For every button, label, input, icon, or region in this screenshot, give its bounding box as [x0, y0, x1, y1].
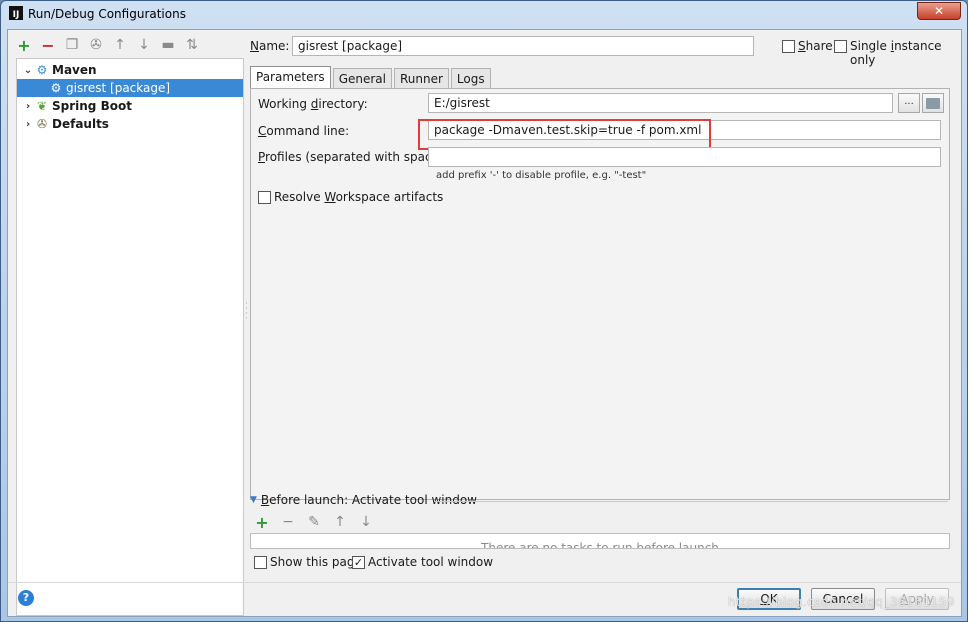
move-down-icon[interactable]: ↓	[136, 37, 152, 53]
profiles-hint: add prefix '-' to disable profile, e.g. …	[436, 170, 647, 181]
tree-node-label: gisrest [package]	[66, 81, 171, 95]
window-title: Run/Debug Configurations	[28, 7, 186, 21]
before-launch-tasks-list[interactable]: There are no tasks to run before launch	[250, 533, 950, 549]
section-divider	[434, 501, 948, 502]
folder-icon[interactable]: ▬	[160, 37, 176, 53]
working-directory-label: Working directory:	[258, 97, 368, 111]
before-launch-title: Before launch: Activate tool window	[260, 493, 477, 507]
name-label: Name:	[250, 39, 290, 53]
move-up-icon[interactable]: ↑	[112, 37, 128, 53]
splitter-handle[interactable]: · · · ·	[245, 300, 248, 324]
edit-task-icon[interactable]: ✎	[306, 514, 322, 530]
dialog-content: + − ❐ ✇ ↑ ↓ ▬ ⇅ ⌄ ⚙ Maven ⚙ gisrest [pac…	[7, 29, 962, 617]
profiles-input[interactable]	[428, 147, 941, 167]
add-task-icon[interactable]: +	[254, 513, 270, 532]
tree-node-spring-boot[interactable]: › ❦ Spring Boot	[17, 97, 243, 115]
name-input[interactable]: gisrest [package]	[292, 36, 754, 56]
tab-runner[interactable]: Runner	[393, 68, 449, 88]
intellij-icon: IJ	[9, 6, 23, 20]
chevron-down-icon[interactable]: ⌄	[21, 65, 35, 76]
move-task-down-icon[interactable]: ↓	[358, 514, 374, 530]
defaults-wrench-icon: ✇	[36, 117, 48, 131]
activate-tool-window-label: Activate tool window	[368, 555, 494, 569]
tab-bar: Parameters General Runner Logs	[250, 66, 493, 88]
browse-button[interactable]: ...	[898, 93, 920, 113]
command-line-label: Command line:	[258, 124, 350, 138]
empty-tasks-text: There are no tasks to run before launch	[481, 541, 719, 549]
title-bar[interactable]: IJ Run/Debug Configurations ✕	[1, 1, 967, 27]
tree-node-label: Spring Boot	[52, 99, 132, 113]
tree-node-gisrest-package[interactable]: ⚙ gisrest [package]	[17, 79, 243, 97]
show-page-checkbox[interactable]	[254, 556, 267, 569]
share-label: Share	[798, 39, 833, 53]
before-launch-toolbar: + − ✎ ↑ ↓	[254, 513, 374, 532]
configuration-tree[interactable]: ⌄ ⚙ Maven ⚙ gisrest [package] › ❦ Spring…	[16, 58, 244, 616]
wrench-icon[interactable]: ✇	[88, 37, 104, 53]
remove-task-icon[interactable]: −	[280, 514, 296, 530]
sort-icon[interactable]: ⇅	[184, 37, 200, 53]
config-toolbar: + − ❐ ✇ ↑ ↓ ▬ ⇅	[16, 36, 200, 55]
add-icon[interactable]: +	[16, 36, 32, 55]
maven-gear-icon: ⚙	[50, 81, 62, 95]
single-instance-label: Single instance only	[850, 39, 942, 67]
show-page-label: Show this page	[270, 555, 362, 569]
activate-tool-window-checkbox[interactable]: ✓	[352, 556, 365, 569]
tab-logs[interactable]: Logs	[450, 68, 491, 88]
footer-divider	[8, 582, 961, 583]
tree-node-defaults[interactable]: › ✇ Defaults	[17, 115, 243, 133]
working-directory-input[interactable]: E:/gisrest	[428, 93, 893, 113]
copy-icon[interactable]: ❐	[64, 37, 80, 53]
chevron-right-icon[interactable]: ›	[21, 101, 35, 112]
tab-parameters[interactable]: Parameters	[250, 66, 331, 88]
before-launch-header[interactable]: ▼ Before launch: Activate tool window	[250, 493, 477, 507]
move-task-up-icon[interactable]: ↑	[332, 514, 348, 530]
red-highlight-box	[418, 119, 711, 150]
resolve-workspace-checkbox[interactable]	[258, 191, 271, 204]
profiles-label: Profiles (separated with space):	[258, 150, 448, 164]
resolve-workspace-label: Resolve Workspace artifacts	[274, 190, 444, 204]
tab-general[interactable]: General	[332, 68, 392, 88]
remove-icon[interactable]: −	[40, 36, 56, 55]
share-checkbox[interactable]	[782, 40, 795, 53]
help-icon[interactable]: ?	[18, 590, 34, 606]
dialog-window: IJ Run/Debug Configurations ✕ + − ❐ ✇ ↑ …	[0, 0, 968, 622]
tree-node-label: Maven	[52, 63, 97, 77]
collapse-triangle-icon[interactable]: ▼	[250, 495, 257, 505]
spring-boot-icon: ❦	[36, 99, 48, 113]
chevron-right-icon[interactable]: ›	[21, 119, 35, 130]
single-instance-checkbox[interactable]	[834, 40, 847, 53]
watermark-text: https://blog.csdn.net/qq_36161159	[727, 595, 955, 609]
tree-node-maven[interactable]: ⌄ ⚙ Maven	[17, 61, 243, 79]
close-button[interactable]: ✕	[917, 2, 961, 20]
folder-icon	[926, 98, 940, 109]
tree-node-label: Defaults	[52, 117, 109, 131]
maven-gear-icon: ⚙	[36, 63, 48, 77]
select-module-button[interactable]	[922, 93, 944, 113]
